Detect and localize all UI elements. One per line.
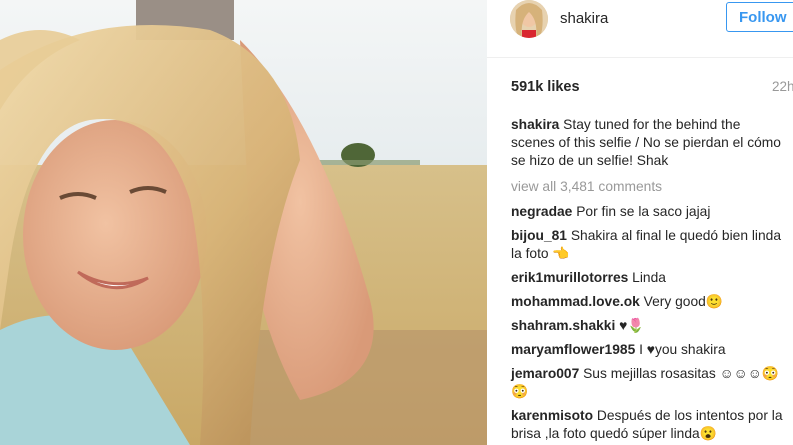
caption-username[interactable]: shakira [511,117,559,132]
comment-username[interactable]: mohammad.love.ok [511,294,640,309]
header-divider [487,57,793,58]
comment: maryamflower1985 I ♥you shakira [511,341,787,359]
comment: bijou_81 Shakira al final le quedó bien … [511,227,787,263]
comment-text: I ♥you shakira [639,342,726,357]
post-header: shakira Follow [487,0,793,40]
comment-text: Por fin se la saco jajaj [576,204,711,219]
post-side-panel: shakira Follow 591k likes 22h shakira St… [487,0,793,445]
comment-username[interactable]: negradae [511,204,572,219]
post-time[interactable]: 22h [772,79,793,94]
comment-text: Very good🙂 [643,294,723,309]
comment-text: Linda [632,270,666,285]
likes-count[interactable]: 591k likes [511,79,580,95]
comment: jemaro007 Sus mejillas rosasitas ☺☺☺😳😳 [511,365,787,401]
avatar-image [510,0,548,38]
comments-list: shakira Stay tuned for the behind the sc… [511,116,787,443]
comment-username[interactable]: maryamflower1985 [511,342,635,357]
comment: mohammad.love.ok Very good🙂 [511,293,787,311]
comment-text: ♥🌷 [619,318,645,333]
comment: karenmisoto Después de los intentos por … [511,407,787,443]
comment-username[interactable]: shahram.shakki [511,318,615,333]
avatar[interactable] [510,0,548,38]
post-photo-image [0,0,487,445]
view-all-comments-link[interactable]: view all 3,481 comments [511,178,787,196]
comment-username[interactable]: bijou_81 [511,228,567,243]
caption: shakira Stay tuned for the behind the sc… [511,116,787,170]
comment: erik1murillotorres Linda [511,269,787,287]
comment-username[interactable]: jemaro007 [511,366,579,381]
comment: negradae Por fin se la saco jajaj [511,203,787,221]
comment: shahram.shakki ♥🌷 [511,317,787,335]
comment-username[interactable]: erik1murillotorres [511,270,628,285]
post-photo[interactable] [0,0,487,445]
author-username[interactable]: shakira [560,10,608,27]
comment-username[interactable]: karenmisoto [511,408,593,423]
follow-button[interactable]: Follow [726,2,793,32]
